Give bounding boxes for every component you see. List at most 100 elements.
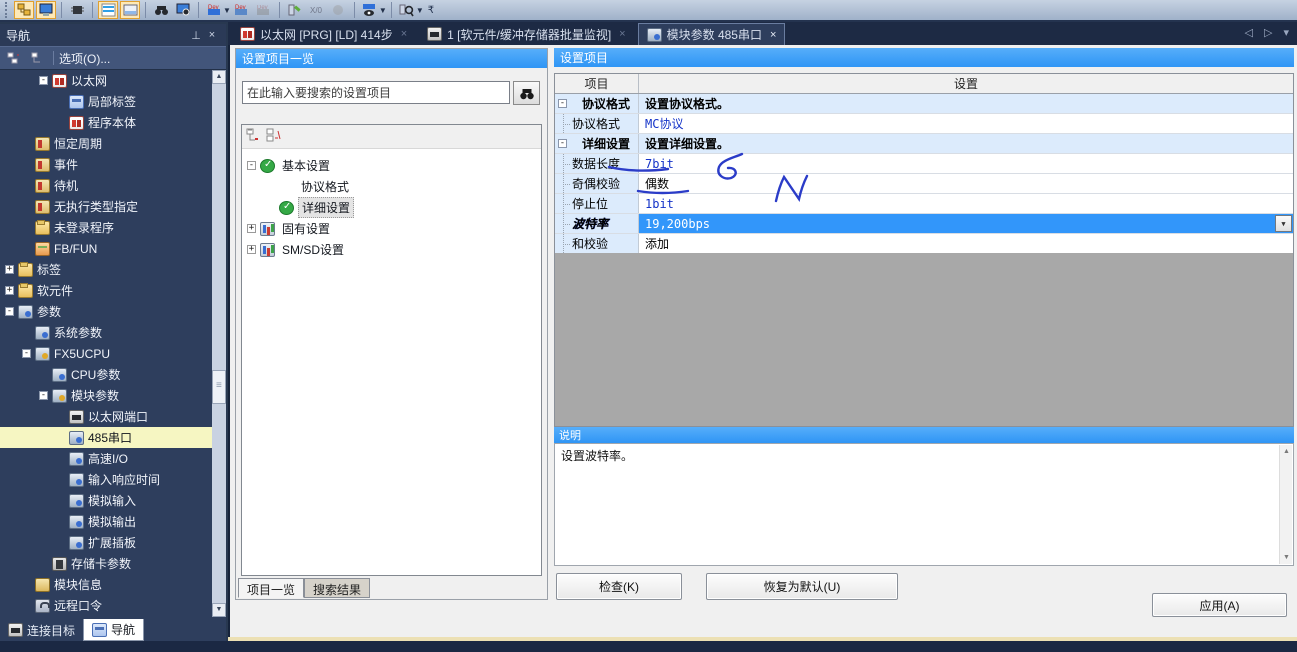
tab-search-result[interactable]: 搜索结果 [304,578,370,598]
tree-item[interactable]: +SM/SD设置 [242,239,541,260]
dropdown-button[interactable]: ▼ [1275,215,1292,232]
scroll-up-icon[interactable]: ▲ [212,70,226,84]
tab-device-monitor[interactable]: 1 [软元件/缓冲存储器批量监视] × [419,23,633,45]
device-tool-icon[interactable] [329,1,349,19]
dropdown-arrow-icon[interactable]: ▼ [223,6,231,15]
check-button[interactable]: 检查(K) [556,573,682,600]
tree-item[interactable]: 详细设置 [242,197,541,218]
tree-item[interactable]: 模块信息 [0,574,212,595]
tree-item[interactable]: -以太网 [0,70,212,91]
value-cell[interactable]: 设置协议格式。 [639,94,1293,113]
item-cell[interactable]: 波特率 [555,214,639,233]
pin-icon[interactable]: ⊥ [188,29,204,42]
expand-icon[interactable]: + [247,224,256,233]
tree-item[interactable]: -参数 [0,301,212,322]
apply-button[interactable]: 应用(A) [1152,593,1287,617]
value-cell[interactable]: 7bit [639,154,1293,173]
tab-scroll-arrows[interactable]: ◁ ▷ ▾ [1244,26,1293,39]
scroll-down-icon[interactable]: ▼ [212,603,226,617]
toolbar-grip[interactable] [5,2,10,18]
dropdown-arrow-icon[interactable]: ▼ [379,6,387,15]
ladder-document-icon[interactable] [98,1,118,19]
expand-icon[interactable]: + [247,245,256,254]
collapse-icon[interactable]: - [558,139,567,148]
tree-item[interactable]: +软元件 [0,280,212,301]
search-input[interactable] [242,81,510,104]
tree-item[interactable]: 恒定周期 [0,133,212,154]
tree-item[interactable]: 模拟输出 [0,511,212,532]
collapse-icon[interactable]: - [558,99,567,108]
tab-close-icon[interactable]: × [619,28,625,40]
tree-item[interactable]: +标签 [0,259,212,280]
scroll-up-icon[interactable]: ▲ [1280,445,1293,458]
register-watch-icon[interactable] [285,1,305,19]
expand-icon[interactable]: + [5,286,14,295]
tree-item[interactable]: 以太网端口 [0,406,212,427]
collapse-icon[interactable]: - [22,349,31,358]
tree-filter-icon[interactable] [4,49,24,67]
device-comment-icon[interactable]: Dev [204,1,224,19]
item-cell[interactable]: 停止位 [555,194,639,213]
tab-module-parameter-485[interactable]: 模块参数 485串口 × [638,23,786,45]
navigation-tree-icon[interactable] [14,1,34,19]
tab-close-icon[interactable]: × [401,28,407,40]
tree-item[interactable]: 扩展插板 [0,532,212,553]
collapse-icon[interactable]: - [39,76,48,85]
connection-monitor-icon[interactable] [36,1,56,19]
tree-collapse-icon[interactable] [28,49,48,67]
tree-item[interactable]: 输入响应时间 [0,469,212,490]
item-cell[interactable]: -详细设置 [555,134,639,153]
value-cell[interactable]: 添加 [639,234,1293,253]
description-scrollbar[interactable]: ▲ ▼ [1279,445,1292,564]
tree-item[interactable]: 待机 [0,175,212,196]
tree-item[interactable]: -FX5UCPU [0,343,212,364]
tree-item[interactable]: -模块参数 [0,385,212,406]
tree-item[interactable]: FB/FUN [0,238,212,259]
dropdown-arrow-icon[interactable]: ▼ [416,6,424,15]
item-cell[interactable]: 协议格式 [555,114,639,133]
tree-item[interactable]: 系统参数 [0,322,212,343]
close-icon[interactable]: × [204,29,220,41]
value-cell[interactable]: 偶数 [639,174,1293,193]
device-memory-icon[interactable]: Dev [232,1,252,19]
value-cell[interactable]: 19,200bps▼ [639,214,1293,233]
restore-default-button[interactable]: 恢复为默认(U) [706,573,898,600]
tree-item[interactable]: 未登录程序 [0,217,212,238]
tree-item[interactable]: 无执行类型指定 [0,196,212,217]
options-link[interactable]: 选项(O)... [59,50,110,67]
value-cell[interactable]: 设置详细设置。 [639,134,1293,153]
toolbar-overflow-icon[interactable]: ₹ [428,5,434,16]
navigation-scrollbar[interactable]: ▲ ▼ [212,70,226,617]
tab-connection-target[interactable]: 连接目标 [0,619,83,641]
tree-item[interactable]: CPU参数 [0,364,212,385]
tree-item[interactable]: -基本设置 [242,155,541,176]
device-batch-icon[interactable]: Dev [254,1,274,19]
device-display-icon[interactable] [360,1,380,19]
tree-item[interactable]: 存储卡参数 [0,553,212,574]
item-cell[interactable]: 数据长度 [555,154,639,173]
scroll-thumb[interactable] [212,370,226,404]
tree-item[interactable]: 模拟输入 [0,490,212,511]
item-cell[interactable]: 奇偶校验 [555,174,639,193]
collapse-icon[interactable]: - [39,391,48,400]
item-cell[interactable]: -协议格式 [555,94,639,113]
tree-item[interactable]: 高速I/O [0,448,212,469]
search-button[interactable] [513,81,540,105]
collapse-all-icon[interactable] [246,128,262,145]
cross-reference-icon[interactable]: X/0 [307,1,327,19]
tab-ethernet-program[interactable]: 以太网 [PRG] [LD] 414步 × [232,23,415,45]
expand-all-icon[interactable] [266,128,282,145]
tab-item-list[interactable]: 项目一览 [238,578,304,598]
module-chip-icon[interactable] [67,1,87,19]
collapse-icon[interactable]: - [247,161,256,170]
tree-item[interactable]: 远程口令 [0,595,212,616]
tree-item[interactable]: 485串口 [0,427,212,448]
find-binoculars-icon[interactable] [151,1,171,19]
scroll-down-icon[interactable]: ▼ [1280,551,1293,564]
tree-item[interactable]: 事件 [0,154,212,175]
value-cell[interactable]: MC协议 [639,114,1293,133]
expand-icon[interactable]: + [5,265,14,274]
value-cell[interactable]: 1bit [639,194,1293,213]
zoom-tool-icon[interactable] [397,1,417,19]
tab-close-icon[interactable]: × [770,29,776,41]
